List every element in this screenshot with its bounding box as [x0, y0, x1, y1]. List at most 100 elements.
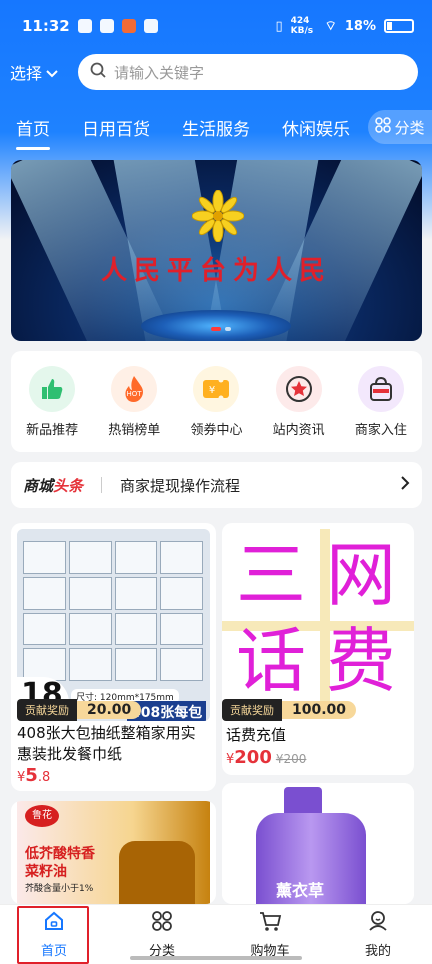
pager-dot [225, 327, 231, 331]
app-notification-icon [77, 19, 92, 33]
reward-value: 100.00 [282, 701, 357, 719]
reward-tag: 贡献奖励 20.00 [17, 699, 142, 721]
entry-site-news[interactable]: 站内资讯 [259, 365, 339, 438]
reward-label: 贡献奖励 [17, 699, 77, 721]
wifi-icon: ⌔ [324, 19, 337, 34]
product-card[interactable]: 鲁花 低芥酸特香 菜籽油 芥酸含量小于1% [11, 801, 216, 904]
original-price: ¥200 [275, 752, 307, 766]
entry-new-products[interactable]: 新品推荐 [12, 365, 92, 438]
user-icon [367, 910, 389, 936]
image-char: 话 [236, 620, 306, 702]
product-image: 三 网 话 费 [222, 529, 414, 721]
gesture-home-bar[interactable] [130, 956, 302, 960]
vibrate-icon: ▯ [275, 18, 283, 34]
product-image: 18 尺寸: 120mm*175mm 408张每包 [17, 529, 210, 721]
search-input[interactable]: 请输入关键字 [78, 54, 418, 90]
divider [101, 477, 103, 493]
product-price: ¥5.8 [17, 765, 50, 786]
home-icon [43, 910, 65, 936]
entry-label: 领券中心 [190, 422, 243, 438]
battery-icon [384, 19, 414, 33]
svg-text:HOT: HOT [127, 390, 143, 398]
tissue-boxes-graphic [23, 541, 203, 681]
product-image: 薰衣草 [222, 783, 414, 904]
search-row: 选择 请输入关键字 [0, 54, 432, 90]
shopping-bag-icon [357, 365, 404, 412]
image-char: 三 [236, 534, 306, 616]
hot-fire-icon: HOT [111, 365, 158, 412]
pager-dot [211, 327, 221, 331]
banner-pager [211, 327, 231, 331]
entry-merchant-join[interactable]: 商家入住 [341, 365, 421, 438]
category-button[interactable]: 分类 [368, 110, 432, 144]
tab-daily-goods[interactable]: 日用百货 [66, 115, 166, 140]
chevron-down-icon [46, 63, 58, 82]
banner-slogan: 人民平台为人民 [100, 256, 332, 286]
nav-profile[interactable]: 我的 [333, 910, 423, 959]
price-main: 200 [234, 747, 272, 768]
entry-label: 热销榜单 [108, 422, 161, 438]
price-main: 5 [25, 765, 38, 786]
product-card[interactable]: 三 网 话 费 贡献奖励 100.00 话费充值 ¥200 ¥200 [222, 523, 414, 775]
thumbs-up-icon [29, 365, 76, 412]
entry-label: 站内资讯 [272, 422, 325, 438]
status-bar: 11:32 ▯ 424 KB/s ⌔ 18% [0, 0, 432, 52]
select-label: 选择 [10, 64, 43, 83]
promo-line: 芥酸含量小于1% [25, 884, 94, 894]
cart-icon [258, 910, 282, 936]
entry-coupon-center[interactable]: ¥ 领券中心 [176, 365, 256, 438]
svg-text:¥: ¥ [209, 385, 215, 396]
entry-label: 新品推荐 [26, 422, 79, 438]
product-price: ¥200 ¥200 [226, 747, 306, 768]
grid-icon [151, 910, 173, 936]
product-title: 话费充值 [226, 726, 287, 744]
category-tabs: 首页 日用百货 生活服务 休闲娱乐 分类 [0, 104, 432, 150]
tab-life-services[interactable]: 生活服务 [166, 115, 266, 140]
headline-logo-prefix: 商城 [23, 476, 54, 495]
net-speed: 424 KB/s [290, 16, 314, 36]
entry-label: 商家入住 [354, 422, 407, 438]
oil-bottle-graphic [119, 841, 195, 904]
product-card[interactable]: 18 尺寸: 120mm*175mm 408张每包 贡献奖励 20.00 408… [11, 523, 216, 791]
product-image: 鲁花 低芥酸特香 菜籽油 芥酸含量小于1% [17, 801, 210, 904]
flower-emblem-icon [191, 189, 245, 246]
app-notification-icon [121, 19, 136, 33]
search-placeholder: 请输入关键字 [114, 63, 205, 82]
star-badge-icon [275, 365, 322, 412]
reward-value: 20.00 [77, 701, 142, 719]
select-dropdown[interactable]: 选择 [10, 60, 72, 84]
mall-headline-bar[interactable]: 商城头条 商家提现操作流程 [11, 462, 422, 508]
bottom-navigation: 首页 分类 购物车 我的 [0, 904, 432, 964]
product-card[interactable]: 薰衣草 [222, 783, 414, 904]
stage-platform [141, 310, 291, 341]
grid-icon [375, 117, 392, 137]
price-decimal: .8 [37, 770, 51, 785]
product-title: 408张大包抽纸整箱家用实惠装批发餐巾纸 [17, 724, 196, 763]
mail-icon [143, 19, 158, 33]
category-button-label: 分类 [394, 118, 425, 137]
reward-label: 贡献奖励 [222, 699, 282, 721]
nav-label: 首页 [40, 944, 67, 959]
battery-percent: 18% [344, 18, 376, 34]
tab-leisure[interactable]: 休闲娱乐 [266, 115, 366, 140]
promo-line: 菜籽油 [25, 864, 67, 880]
image-char: 网 [326, 534, 396, 616]
quick-entry-panel: 新品推荐 HOT 热销榜单 ¥ 领券中心 站内资讯 商家入住 [11, 351, 422, 452]
chevron-right-icon [400, 475, 410, 495]
tab-home[interactable]: 首页 [0, 115, 66, 140]
brand-logo: 鲁花 [25, 805, 59, 827]
nav-label: 我的 [364, 944, 391, 959]
coupon-icon: ¥ [193, 365, 240, 412]
entry-hot-list[interactable]: HOT 热销榜单 [94, 365, 174, 438]
nav-home[interactable]: 首页 [9, 910, 99, 959]
search-icon [90, 62, 106, 82]
reward-tag: 贡献奖励 100.00 [222, 699, 357, 721]
status-time: 11:32 [22, 17, 70, 35]
nav-category[interactable]: 分类 [117, 910, 207, 959]
app-notification-icon [99, 19, 114, 33]
promo-banner[interactable]: 人民平台为人民 [11, 160, 422, 341]
headline-logo-suffix: 头条 [53, 476, 84, 495]
nav-cart[interactable]: 购物车 [225, 910, 315, 959]
headline-logo: 商城头条 [23, 475, 83, 496]
promo-line: 低芥酸特香 [25, 846, 95, 862]
